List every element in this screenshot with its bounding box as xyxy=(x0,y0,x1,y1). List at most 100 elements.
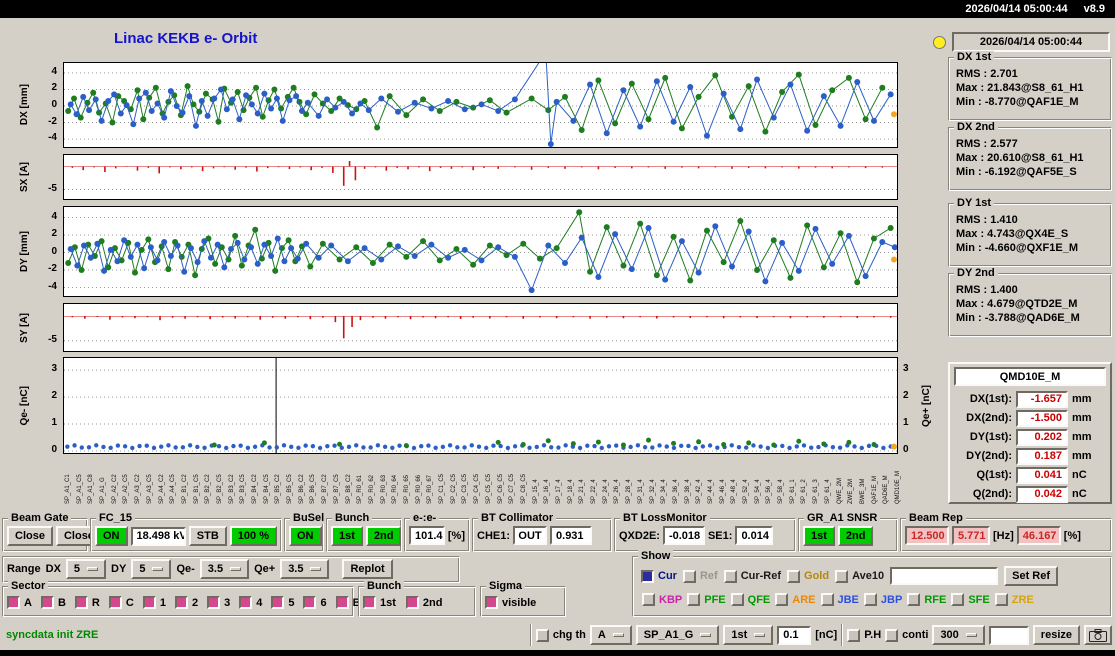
chg-th-checkbox[interactable]: chg th xyxy=(535,628,586,642)
sector-c-checkbox[interactable]: C xyxy=(108,596,134,609)
x-axis-label: QWE_2M xyxy=(836,477,843,504)
dy-plot xyxy=(63,206,898,297)
range-dx-dropdown[interactable]: 5 xyxy=(65,559,107,579)
resize-button[interactable]: resize xyxy=(1032,625,1080,645)
range-dy-dropdown[interactable]: 5 xyxy=(131,559,172,579)
y-tick-label: 4 xyxy=(51,210,57,222)
sector-6-checkbox[interactable]: 6 xyxy=(303,596,327,609)
threshold-input[interactable]: 0.1 xyxy=(777,625,812,645)
beam-gate-group: Beam Gate Close Close xyxy=(2,512,102,552)
bunch-1st-checkbox[interactable]: 1st xyxy=(363,596,396,609)
bunch-select-group: Bunch 1st 2nd xyxy=(358,580,476,617)
ee-ratio-unit: [%] xyxy=(447,529,465,542)
sector-1-checkbox[interactable]: 1 xyxy=(142,596,166,609)
show-sfe-checkbox[interactable]: SFE xyxy=(951,593,990,606)
sector-4-checkbox[interactable]: 4 xyxy=(239,596,262,609)
checkbox-label: Cur-Ref xyxy=(740,570,782,582)
show-ave10-checkbox[interactable]: Ave10 xyxy=(835,569,884,583)
sp-a1-g-dropdown[interactable]: SP_A1_G xyxy=(635,625,720,645)
checkbox-indicator xyxy=(207,596,221,609)
show-gold-checkbox[interactable]: Gold xyxy=(787,569,829,583)
set-ref-button[interactable]: Set Ref xyxy=(1004,566,1059,586)
beam-gate-close-button-1[interactable]: Close xyxy=(7,526,53,546)
qe-axis-label: Qe- [nC] xyxy=(18,385,30,426)
checkbox-indicator xyxy=(74,596,88,609)
stats-min: Min : -4.660@QXF1E_M xyxy=(956,242,1078,254)
show-cur-ref-checkbox[interactable]: Cur-Ref xyxy=(723,569,782,583)
bunch-1st-status: 1st xyxy=(331,526,363,546)
beam-rep-value-2: 5.771 xyxy=(952,526,990,545)
interval-value: 300 xyxy=(940,629,959,641)
qe-plot xyxy=(63,357,898,454)
sector-3-checkbox[interactable]: 3 xyxy=(207,596,230,609)
checkbox-label: QFE xyxy=(747,593,771,606)
show-jbe-checkbox[interactable]: JBE xyxy=(820,593,859,606)
section-a-dropdown[interactable]: A xyxy=(589,625,632,645)
x-axis-label: SP_B5_C2 xyxy=(275,474,282,504)
checkbox-indicator xyxy=(7,596,20,609)
bt-lossmonitor-group: BT LossMonitor QXD2E: -0.018 SE1: 0.014 xyxy=(614,512,796,552)
x-axis-label: SP_52_4 xyxy=(743,479,750,504)
show-cur-checkbox[interactable]: Cur xyxy=(641,569,677,583)
show-pfe-checkbox[interactable]: PFE xyxy=(687,593,726,606)
x-axis-label: SP_C4_C5 xyxy=(474,473,481,504)
show-rfe-checkbox[interactable]: RFE xyxy=(907,593,946,606)
show-qfe-checkbox[interactable]: QFE xyxy=(730,593,771,606)
status-message: syncdata init ZRE xyxy=(6,629,99,641)
show-jbp-checkbox[interactable]: JBP xyxy=(863,593,902,606)
checkbox-label: SFE xyxy=(968,593,990,606)
ref-name-input[interactable] xyxy=(890,567,999,585)
x-axis-label: SP_61_4 xyxy=(824,479,831,504)
x-axis-label: SP_61_1 xyxy=(789,479,796,504)
bunch-status-label: Bunch xyxy=(332,512,373,524)
fc15-stb-button[interactable]: STB xyxy=(188,526,227,546)
bunch-1st-dropdown[interactable]: 1st xyxy=(723,625,774,645)
checkbox-label: ZRE xyxy=(1011,593,1034,606)
x-axis-label: SP_A2_C2 xyxy=(111,474,118,504)
x-axis-label: QAF1E_M xyxy=(871,475,878,504)
show-kbp-checkbox[interactable]: KBP xyxy=(642,593,682,606)
checkbox-indicator xyxy=(682,569,696,583)
checkbox-label: R xyxy=(91,596,100,609)
monitor-row-unit: mm xyxy=(1072,412,1092,424)
y-tick-label: -4 xyxy=(48,132,57,144)
status-controls: chg th A SP_A1_G 1st 0.1 [nC] P.H conti … xyxy=(529,622,1112,648)
checkbox-label: 1st xyxy=(380,596,396,609)
screenshot-button[interactable] xyxy=(1084,625,1112,645)
monitor-row-unit: mm xyxy=(1072,431,1092,443)
sector-2-checkbox[interactable]: 2 xyxy=(174,596,198,609)
busel-on-button[interactable]: ON xyxy=(289,526,322,546)
timestamp-text: 2026/04/14 05:00:44 xyxy=(979,36,1083,48)
show-zre-checkbox[interactable]: ZRE xyxy=(994,593,1034,606)
x-axis-label: SP_A2_C5 xyxy=(123,474,130,504)
sigma-visible-checkbox[interactable]: visible xyxy=(485,596,536,609)
ph-checkbox[interactable]: P.H xyxy=(847,628,881,642)
stats-group-label: DY 1st xyxy=(954,197,995,209)
interval-dropdown[interactable]: 300 xyxy=(932,625,985,645)
range-label: Range xyxy=(7,563,41,575)
show-ref-checkbox[interactable]: Ref xyxy=(682,569,718,583)
x-axis-label: SP_R0_64 xyxy=(392,474,399,504)
beam-gate-label: Beam Gate xyxy=(8,512,72,524)
sector-5-checkbox[interactable]: 5 xyxy=(271,596,294,609)
status-led-icon xyxy=(933,36,946,49)
bunch-status-group: Bunch 1st 2nd xyxy=(326,512,402,552)
sector-b-checkbox[interactable]: B xyxy=(40,596,66,609)
bunch-2nd-checkbox[interactable]: 2nd xyxy=(405,596,442,609)
x-axis-label: SP_C2_C5 xyxy=(450,473,457,504)
show-are-checkbox[interactable]: ARE xyxy=(775,593,816,606)
sector-group-label: Sector xyxy=(8,580,49,592)
option-menu-glyph xyxy=(612,633,624,637)
y-tick-label: 2 xyxy=(51,390,57,402)
sector-r-checkbox[interactable]: R xyxy=(74,596,100,609)
fc15-on-button[interactable]: ON xyxy=(95,526,128,546)
y-tick-label: 3 xyxy=(51,363,57,375)
sector-a-checkbox[interactable]: A xyxy=(7,596,32,609)
ee-ratio-label: e-:e- xyxy=(410,512,440,524)
replot-button[interactable]: Replot xyxy=(342,559,393,579)
range-qe-plus-dropdown[interactable]: 3.5 xyxy=(280,559,330,579)
blank-input[interactable] xyxy=(988,625,1029,645)
range-qe-minus-dropdown[interactable]: 3.5 xyxy=(199,559,250,579)
conti-checkbox[interactable]: conti xyxy=(885,628,928,642)
qxd2e-label: QXD2E: xyxy=(619,529,660,542)
